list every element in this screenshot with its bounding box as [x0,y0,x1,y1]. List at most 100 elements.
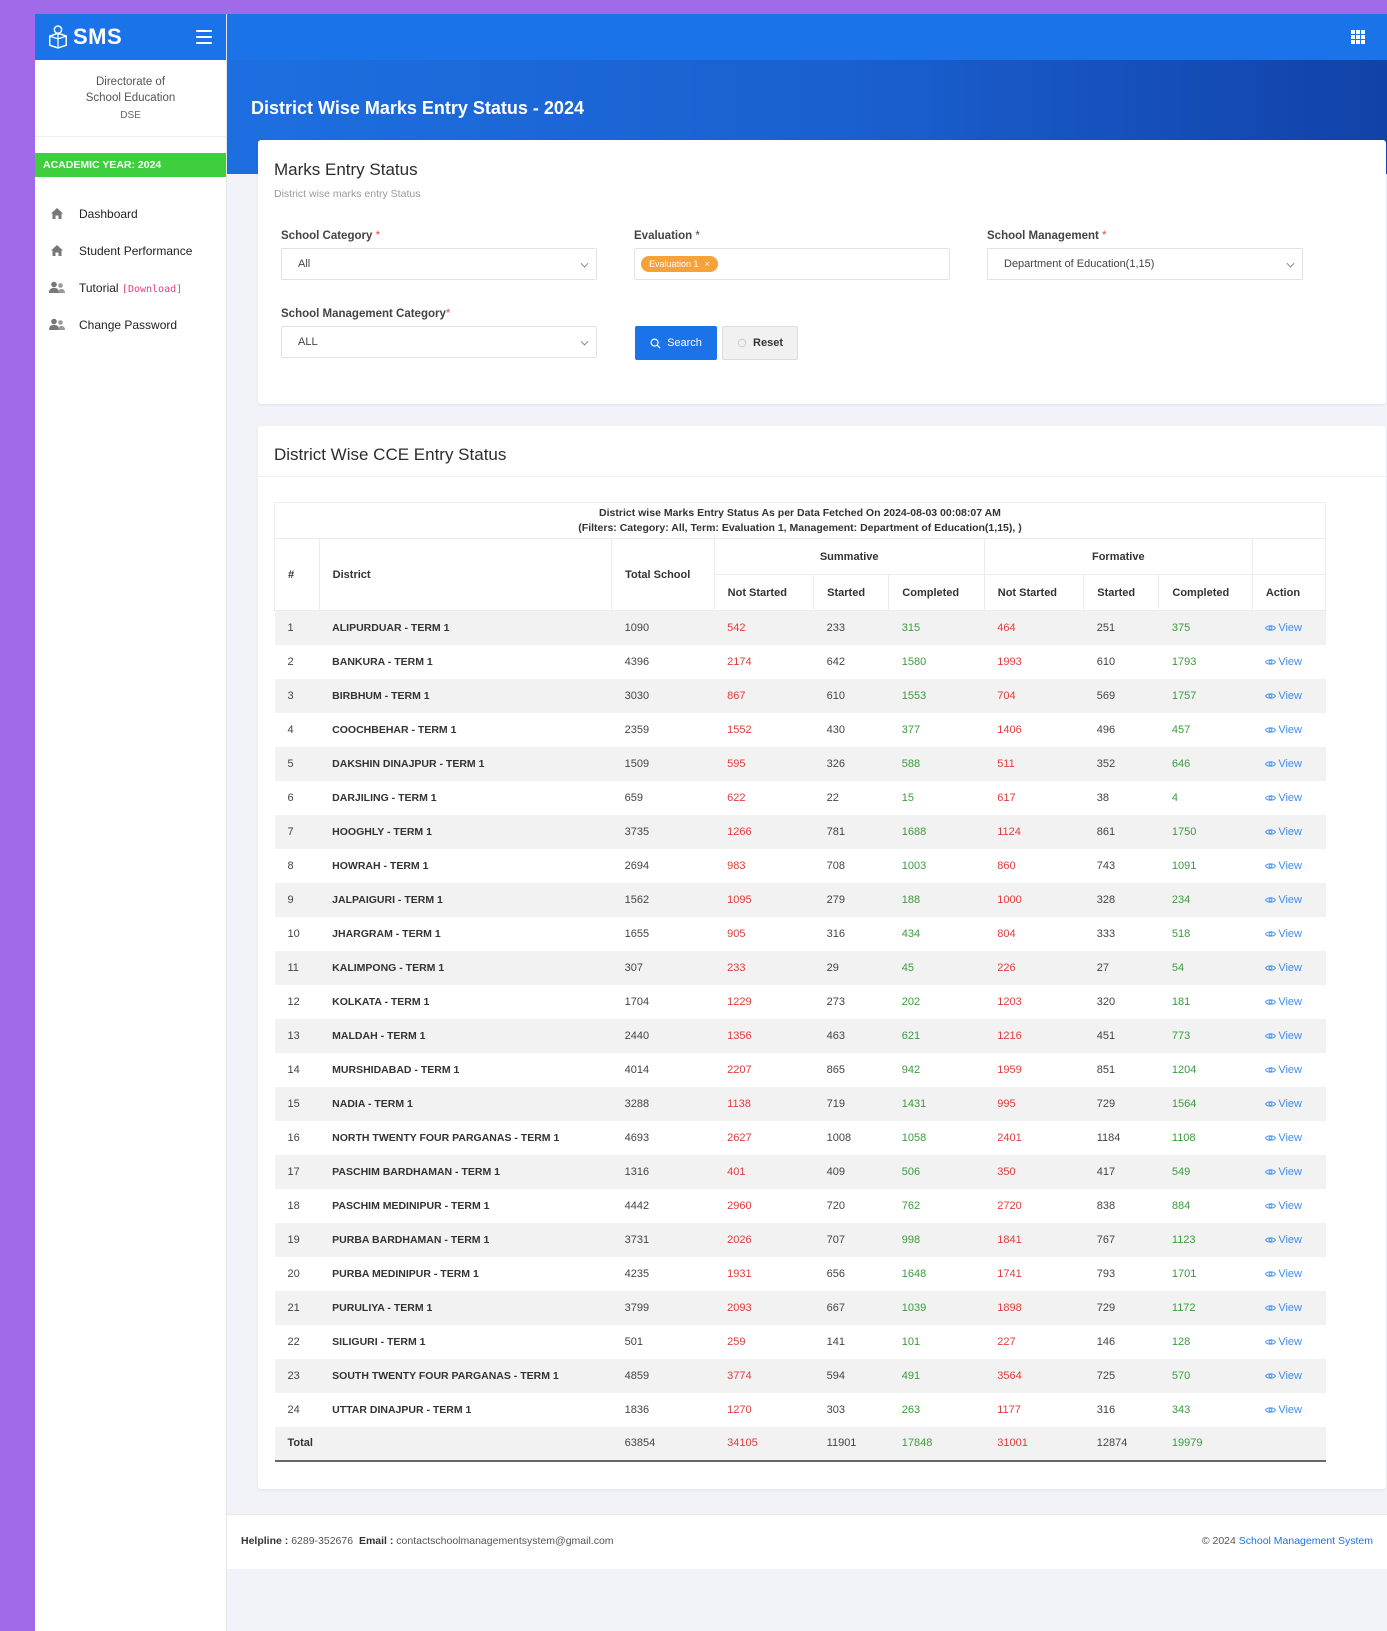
table-cell: 1688 [888,814,985,849]
table-cell: 17 [274,1154,320,1189]
table-cell: DARJILING - TERM 1 [319,780,612,815]
table-cell: 3030 [611,678,715,713]
table-cell: 549 [1158,1154,1253,1189]
table-row: 5 DAKSHIN DINAJPUR - TERM 1 1509 595 326 588 5… [274,746,1326,781]
view-button[interactable]: View [1265,1098,1302,1110]
table-cell: 430 [813,712,889,747]
table-cell: 995 [984,1086,1084,1121]
view-button[interactable]: View [1265,826,1302,838]
table-cell: 2026 [714,1222,814,1257]
table-cell: 23 [274,1358,320,1393]
view-button[interactable]: View [1265,622,1302,634]
table-cell: 4 [1158,780,1253,815]
table-cell: 3 [274,678,320,713]
sidebar: SMS Directorate of School Education DSE … [35,14,227,1631]
view-label: View [1278,655,1302,668]
table-cell: 101 [888,1324,985,1359]
view-button[interactable]: View [1265,860,1302,872]
view-button[interactable]: View [1265,1302,1302,1314]
action-cell: View [1252,610,1326,645]
view-button[interactable]: View [1265,1268,1302,1280]
view-button[interactable]: View [1265,894,1302,906]
table-cell: 594 [813,1358,889,1393]
sidebar-item-student-performance[interactable]: Student Performance [35,232,226,269]
view-button[interactable]: View [1265,1064,1302,1076]
col-header-num: # [274,538,320,611]
view-button[interactable]: View [1265,1404,1302,1416]
view-button[interactable]: View [1265,1200,1302,1212]
school-category-select[interactable]: All [281,248,597,280]
brand-logo[interactable]: SMS [47,24,122,50]
search-button[interactable]: Search [635,326,717,360]
table-cell: 867 [714,678,814,713]
reset-button[interactable]: Reset [722,326,798,360]
footer-link[interactable]: School Management System [1239,1535,1373,1547]
table-cell: 719 [813,1086,889,1121]
eye-icon [1265,1372,1277,1379]
view-button[interactable]: View [1265,1370,1302,1382]
table-cell: 15 [274,1086,320,1121]
sidebar-item-tutorial[interactable]: Tutorial [Download] [35,269,226,306]
action-cell: View [1252,950,1326,985]
table-row: 7 HOOGHLY - TERM 1 3735 1266 781 1688 1124 861 1… [274,814,1326,849]
table-cell: 12 [274,984,320,1019]
school-management-category-select[interactable]: ALL [281,326,597,358]
table-cell: 1704 [611,984,715,1019]
sidebar-item-dashboard[interactable]: Dashboard [35,195,226,232]
action-cell: View [1252,814,1326,849]
table-row: 11 KALIMPONG - TERM 1 307 233 29 45 226 27 54 Vie… [274,950,1326,985]
table-cell: 1204 [1158,1052,1253,1087]
table-cell: 1090 [611,610,715,645]
table-cell: NADIA - TERM 1 [319,1086,612,1121]
view-button[interactable]: View [1265,690,1302,702]
table-cell: 1750 [1158,814,1253,849]
table-cell: 1898 [984,1290,1084,1325]
hamburger-menu-icon[interactable] [196,30,212,44]
view-button[interactable]: View [1265,656,1302,668]
table-cell: 569 [1083,678,1159,713]
school-category-value: All [298,258,311,270]
apps-grid-icon[interactable] [1351,30,1365,44]
action-cell: View [1252,1018,1326,1053]
total-cell: 19979 [1158,1426,1253,1462]
view-button[interactable]: View [1265,928,1302,940]
table-cell: 333 [1083,916,1159,951]
sidebar-item-change-password[interactable]: Change Password [35,306,226,343]
org-line-2: School Education [85,92,176,104]
school-management-select[interactable]: Department of Education(1,15) [987,248,1303,280]
view-button[interactable]: View [1265,1030,1302,1042]
table-cell: 15 [888,780,985,815]
remove-tag-icon[interactable]: × [705,259,710,269]
view-button[interactable]: View [1265,1336,1302,1348]
table-cell: 622 [714,780,814,815]
table-cell: 3774 [714,1358,814,1393]
view-button[interactable]: View [1265,758,1302,770]
eye-icon [1265,1100,1277,1107]
table-cell: 463 [813,1018,889,1053]
table-cell: 227 [984,1324,1084,1359]
view-button[interactable]: View [1265,1132,1302,1144]
view-button[interactable]: View [1265,724,1302,736]
view-button[interactable]: View [1265,962,1302,974]
view-button[interactable]: View [1265,1166,1302,1178]
table-row: 18 PASCHIM MEDINIPUR - TERM 1 4442 2960 720 7… [274,1188,1326,1223]
action-cell: View [1252,644,1326,679]
table-cell: 860 [984,848,1084,883]
reset-button-label: Reset [753,337,783,349]
total-cell: 63854 [611,1426,715,1462]
table-cell: MURSHIDABAD - TERM 1 [319,1052,612,1087]
view-button[interactable]: View [1265,1234,1302,1246]
table-cell: 10 [274,916,320,951]
table-cell: 743 [1083,848,1159,883]
evaluation-multiselect[interactable]: Evaluation 1 × [634,248,950,280]
table-row: 15 NADIA - TERM 1 3288 1138 719 1431 995 729 156… [274,1086,1326,1121]
search-icon [650,338,661,349]
brand-bar: SMS [35,14,226,60]
view-button[interactable]: View [1265,792,1302,804]
table-cell: 451 [1083,1018,1159,1053]
table-cell: 773 [1158,1018,1253,1053]
download-link[interactable]: [Download] [122,284,182,295]
view-button[interactable]: View [1265,996,1302,1008]
table-cell: 1431 [888,1086,985,1121]
table-cell: 343 [1158,1392,1253,1427]
